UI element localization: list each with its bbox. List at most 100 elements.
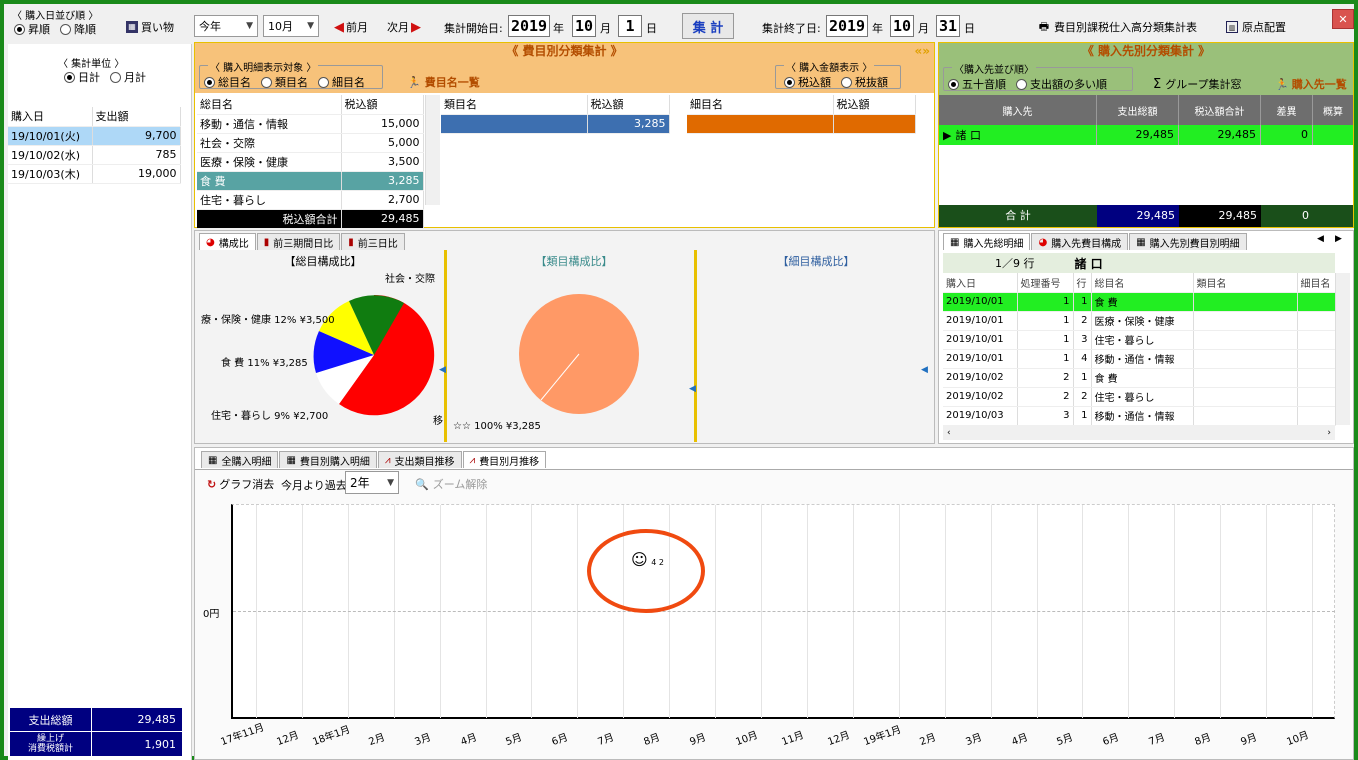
trend-chart[interactable]: [231, 504, 1335, 719]
scrollbar[interactable]: [1335, 273, 1350, 425]
table-row[interactable]: 2019/10/01 1 1 食 費: [943, 292, 1336, 312]
end-year-field[interactable]: 2019: [826, 15, 868, 37]
opt-somoku[interactable]: 総目名: [204, 74, 251, 90]
tab-vendor-item-detail[interactable]: ▦ 購入先別費目別明細: [1129, 233, 1247, 250]
amount-order-radio[interactable]: 支出額の多い順: [1016, 76, 1107, 92]
vendor-list-button[interactable]: 🏃 購入先一覧: [1275, 76, 1347, 92]
table-row[interactable]: 食 費 3,285: [197, 171, 424, 191]
pie1-box: 【総目構成比】 社会・交際 療・保険・健康 12% ¥3,500 食 費 11%…: [199, 250, 447, 442]
sigma-icon: Σ: [1153, 76, 1162, 92]
end-month-field[interactable]: 10: [890, 15, 914, 37]
aggregate-button[interactable]: 集 計: [682, 13, 734, 39]
pie1-label: 住宅・暮らし 9% ¥2,700: [211, 411, 329, 422]
himoku-panel: 《 費目別分類集計 》 «» 〈 購入明細表示対象 〉 総目名 類目名 細目名 …: [194, 42, 935, 229]
daily-table: 購入日 支出額 19/10/01(火) 9,700 19/10/02(水) 785 1…: [8, 107, 181, 184]
totals-box: 支出総額 29,485 繰上げ 消費税額計 1,901: [10, 708, 182, 756]
month-unit: 月: [600, 22, 611, 35]
chevron-left-icon[interactable]: ◀: [689, 384, 696, 394]
table-row[interactable]: 移動・通信・情報 15,000: [197, 114, 424, 134]
table-row[interactable]: 住宅・暮らし 2,700: [197, 190, 424, 210]
tab-monthly-trend[interactable]: ⩘ 費目別月推移: [462, 451, 547, 468]
pie3-box: 【細目構成比】 ◀: [701, 250, 931, 442]
table-row[interactable]: 2019/10/01 1 4 移動・通信・情報: [943, 349, 1336, 369]
layout-button[interactable]: ▥ 原点配置: [1226, 19, 1286, 35]
opt-ruimoku[interactable]: 類目名: [261, 74, 308, 90]
tab-period-compare[interactable]: ▮ 前三期間日比: [256, 233, 341, 250]
h-scrollbar[interactable]: ‹ ›: [943, 425, 1335, 440]
tab-category-trend[interactable]: ⩘ 支出類目推移: [377, 451, 462, 468]
arrow-right-icon: ▶: [411, 19, 421, 35]
tab-scroll-left[interactable]: ◀: [1317, 234, 1324, 244]
close-button[interactable]: ✕: [1332, 9, 1354, 29]
tab-vendor-composition[interactable]: ◕ 購入先費目構成: [1031, 233, 1129, 250]
ruimoku-table: 類目名 税込額 3,285: [441, 95, 670, 134]
scrollbar[interactable]: [425, 95, 440, 205]
chevron-left-icon[interactable]: ◀: [921, 365, 928, 375]
bar-chart-icon: ▮: [348, 236, 354, 248]
table-row[interactable]: 19/10/02(水) 785: [8, 145, 181, 165]
table-row[interactable]: 社会・交際 5,000: [197, 133, 424, 153]
daily-radio[interactable]: 日計: [64, 69, 100, 85]
layout-icon: ▥: [1226, 21, 1238, 33]
monthly-radio[interactable]: 月計: [110, 69, 146, 85]
start-year-field[interactable]: 2019: [508, 15, 550, 37]
report-button[interactable]: 🖶 費目別課税仕入高分類集計表: [1038, 19, 1197, 35]
sort-label: 〈 購入日並び順 〉: [12, 11, 99, 22]
tax-in-radio[interactable]: 税込額: [784, 74, 831, 90]
pie1-label: 食 費 11% ¥3,285: [221, 358, 308, 369]
himoku-title: 《 費目別分類集計 》: [506, 44, 623, 58]
zoom-reset-button[interactable]: 🔍 ズーム解除: [415, 476, 487, 492]
pie2-box: 【類目構成比】 ☆☆ 100% ¥3,285 ◀: [451, 250, 697, 442]
table-row[interactable]: 2019/10/01 1 3 住宅・暮らし: [943, 330, 1336, 350]
table-row[interactable]: 19/10/01(火) 9,700: [8, 126, 181, 146]
year-unit: 年: [872, 22, 883, 35]
chevron-down-icon: ▼: [387, 477, 394, 488]
year-unit: 年: [553, 22, 564, 35]
tab-item-detail[interactable]: ▦ 費目別購入明細: [279, 451, 377, 468]
table-row[interactable]: 3,285: [441, 114, 670, 134]
tab-composition[interactable]: ◕ 構成比: [199, 233, 256, 250]
start-day-field[interactable]: 1: [618, 15, 642, 37]
chevron-down-icon: ▼: [307, 21, 314, 31]
prev-month-button[interactable]: ◀ 前月: [334, 19, 368, 35]
himoku-list-button[interactable]: 🏃 費目名一覧: [407, 74, 480, 90]
end-day-field[interactable]: 31: [936, 15, 960, 37]
tab-day-compare[interactable]: ▮ 前三日比: [341, 233, 405, 250]
kounyu-panel: 《 購入先別分類集計 》 〈購入先並び順〉 五十音順 支出額の多い順 Σ グループ…: [938, 42, 1354, 228]
tab-vendor-detail[interactable]: ▦ 購入先総明細: [943, 233, 1031, 250]
table-row[interactable]: 医療・保険・健康 3,500: [197, 152, 424, 172]
chevron-left-icon[interactable]: ◀: [439, 365, 446, 375]
table-row[interactable]: 2019/10/01 1 2 医療・保険・健康: [943, 311, 1336, 331]
desc-radio[interactable]: 降順: [60, 21, 96, 37]
group-button[interactable]: Σ グループ集計窓: [1153, 76, 1242, 92]
pie1-title: 【総目構成比】: [284, 255, 362, 268]
past-select[interactable]: 2年 ▼: [345, 471, 399, 494]
collapse-icon[interactable]: «»: [914, 44, 930, 58]
asc-radio[interactable]: 昇順: [14, 21, 50, 37]
gojuon-radio[interactable]: 五十音順: [948, 76, 1006, 92]
bar-chart-icon: ▮: [263, 236, 270, 248]
pie2-title: 【類目構成比】: [535, 255, 613, 268]
year-select[interactable]: 今年 ▼: [194, 15, 258, 37]
tab-all-detail[interactable]: ▦ 全購入明細: [201, 451, 279, 468]
clear-graph-button[interactable]: ↻ グラフ消去: [207, 476, 274, 492]
row-pointer-icon: ▶: [943, 128, 952, 142]
month-select[interactable]: 10月 ▼: [263, 15, 319, 37]
y-zero-label: 0円: [203, 609, 220, 620]
table-row[interactable]: 2019/10/02 2 2 住宅・暮らし: [943, 387, 1336, 407]
start-month-field[interactable]: 10: [572, 15, 596, 37]
tax-out-radio[interactable]: 税抜額: [841, 74, 888, 90]
table-row[interactable]: ▶ 諸 口 29,485 29,485 0: [939, 125, 1353, 145]
table-row[interactable]: 19/10/03(木) 19,000: [8, 164, 181, 184]
somoku-table: 総目名 税込額 移動・通信・情報 15,000 社会・交際 5,000 医療・保険・健…: [197, 95, 424, 229]
pie1-label: 移: [433, 416, 443, 427]
table-row[interactable]: 2019/10/03 3 1 移動・通信・情報: [943, 406, 1336, 426]
next-month-button[interactable]: 次月 ▶: [387, 19, 421, 35]
chevron-down-icon: ▼: [246, 21, 253, 31]
table-row[interactable]: 2019/10/02 2 1 食 費: [943, 368, 1336, 388]
pie2-label: ☆☆ 100% ¥3,285: [453, 421, 541, 432]
table-row[interactable]: [687, 114, 916, 134]
shopping-button[interactable]: ▦ 買い物: [126, 19, 174, 35]
opt-saimoku[interactable]: 細目名: [318, 74, 365, 90]
tab-scroll-right[interactable]: ▶: [1335, 234, 1342, 244]
